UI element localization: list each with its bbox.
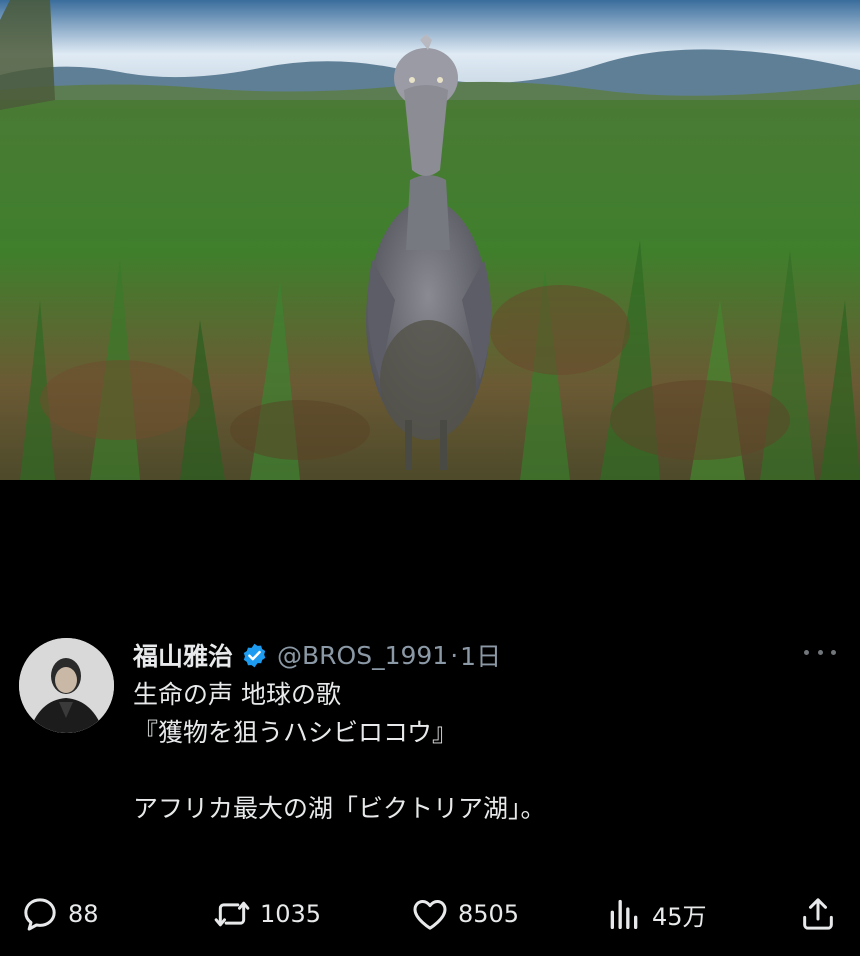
- reply-count: 88: [68, 900, 99, 928]
- view-count: 45万: [652, 902, 707, 931]
- heart-icon: [413, 900, 447, 930]
- tweet-text: 生命の声 地球の歌 『獲物を狙うハシビロコウ』 アフリカ最大の湖「ビクトリア湖」…: [133, 676, 546, 828]
- verified-badge-icon: [243, 643, 266, 667]
- tweet-text-line: 『獲物を狙うハシビロコウ』: [133, 718, 458, 747]
- share-icon: [803, 898, 833, 930]
- like-count: 8505: [458, 900, 520, 928]
- timestamp[interactable]: 1日: [460, 637, 501, 673]
- repost-count: 1035: [260, 900, 322, 928]
- reply-button[interactable]: 88: [20, 892, 99, 936]
- tweet-text-line: [133, 752, 546, 790]
- shoebill-photo: [0, 0, 860, 480]
- views-button[interactable]: 45万: [604, 892, 707, 936]
- tweet-header: 福山雅治 @BROS_1991 · 1日: [133, 638, 501, 672]
- repost-icon: [214, 901, 250, 927]
- repost-button[interactable]: 1035: [212, 892, 321, 936]
- tweet: 福山雅治 @BROS_1991 · 1日 生命の声 地球の歌 『獲物を狙うハシビ…: [0, 620, 860, 956]
- avatar-person-icon: [19, 638, 114, 733]
- tweet-actions: 88 1035 8505 45万: [0, 892, 860, 936]
- more-options-icon[interactable]: [804, 642, 836, 662]
- author-handle[interactable]: @BROS_1991: [277, 641, 448, 670]
- share-button[interactable]: [798, 892, 838, 936]
- separator-dot: ·: [450, 640, 459, 670]
- tweet-media-image[interactable]: [0, 0, 860, 480]
- avatar[interactable]: [19, 638, 114, 733]
- author-name[interactable]: 福山雅治: [133, 637, 233, 673]
- tweet-text-line: 生命の声 地球の歌: [133, 680, 341, 709]
- views-chart-icon: [610, 899, 638, 929]
- like-button[interactable]: 8505: [410, 892, 519, 936]
- reply-icon: [24, 898, 56, 931]
- tweet-text-line: アフリカ最大の湖「ビクトリア湖」。: [133, 794, 546, 823]
